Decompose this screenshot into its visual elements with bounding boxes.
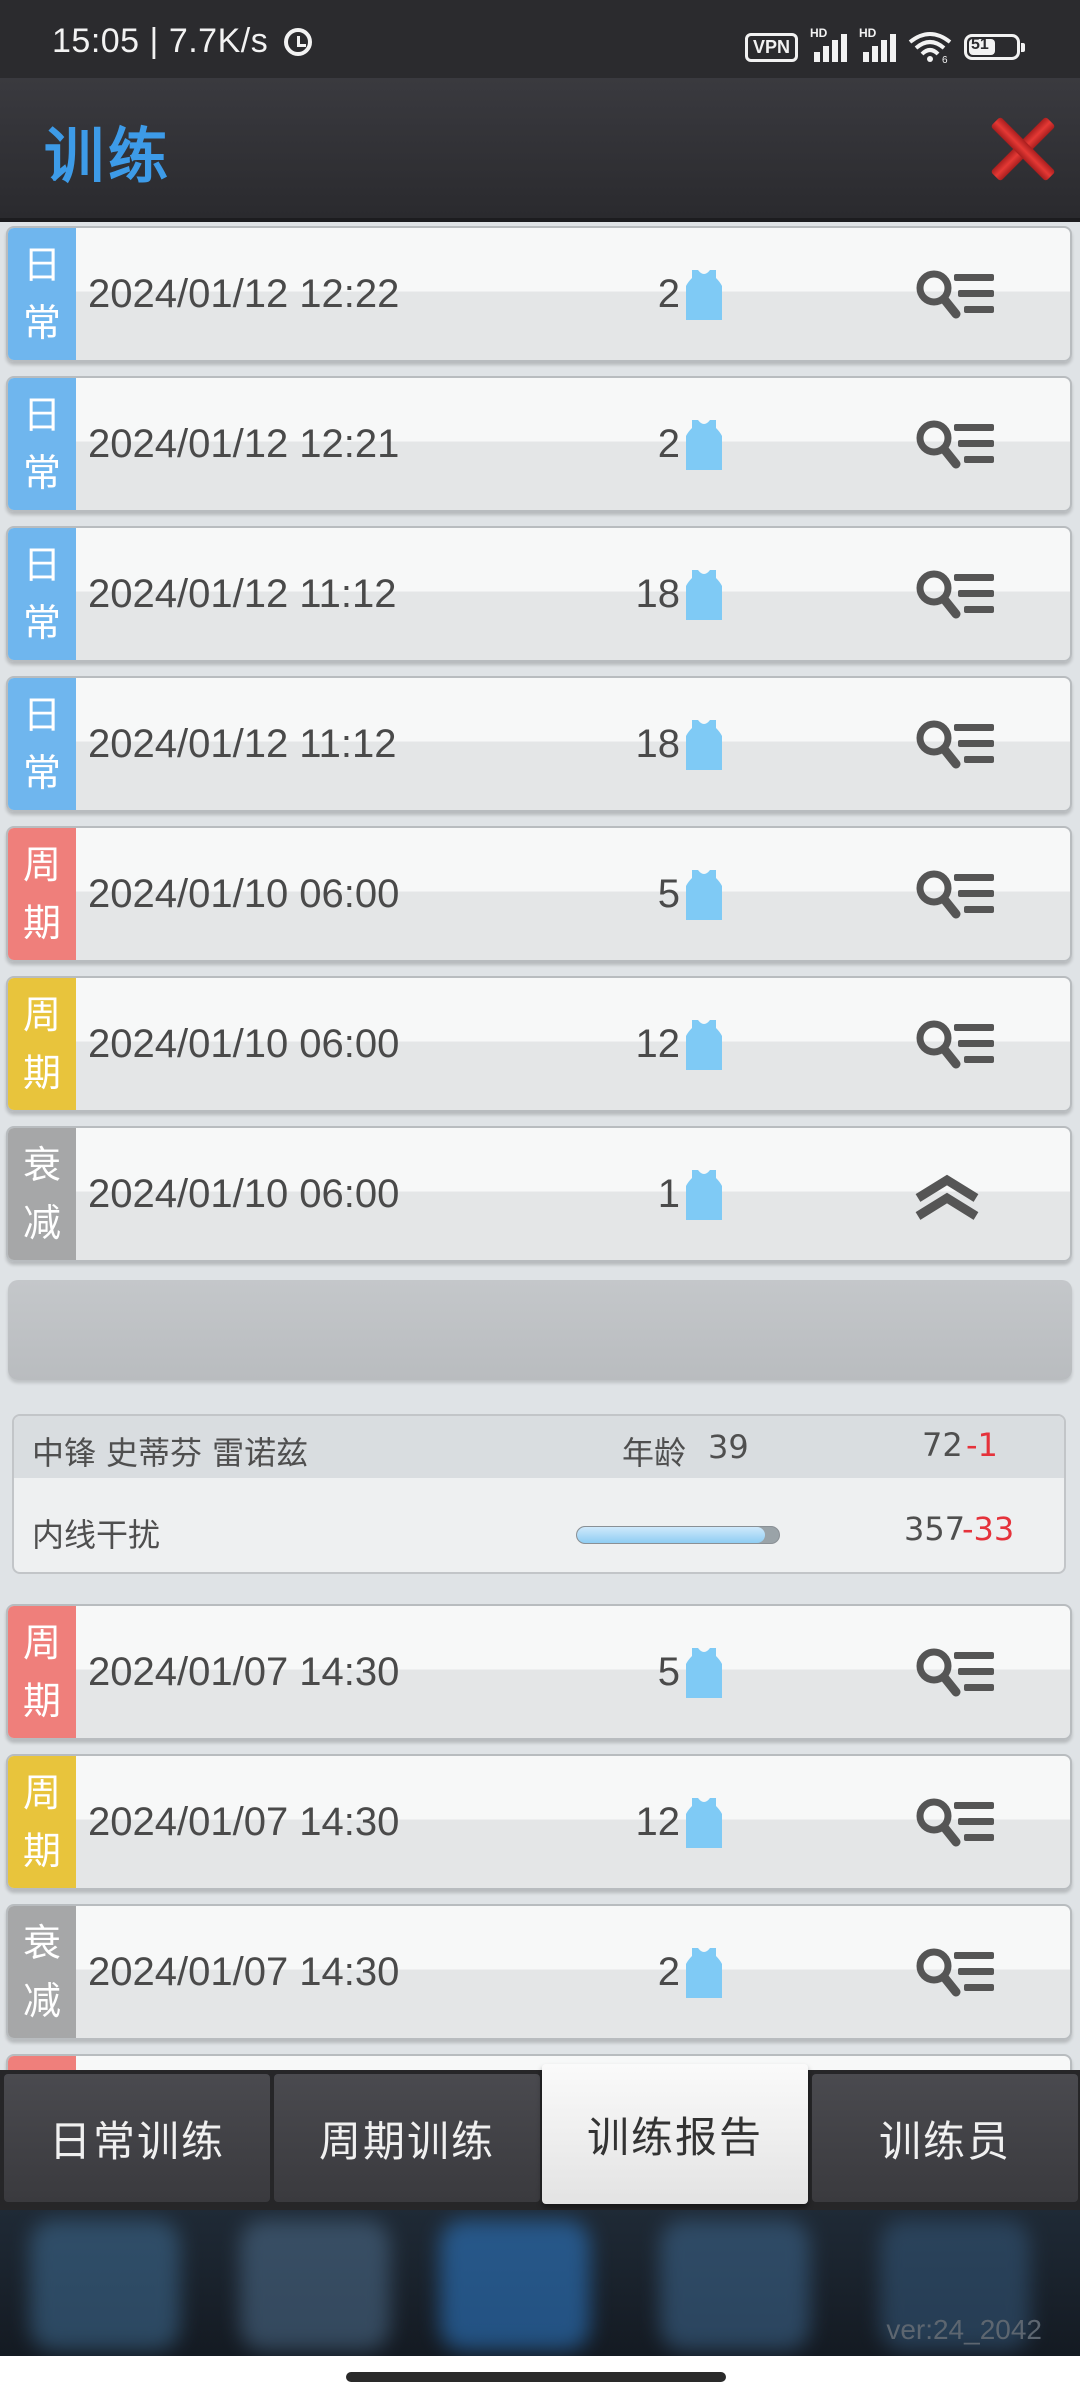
- training-type-tag: 周期: [8, 1756, 76, 1888]
- player-count: 18: [635, 722, 681, 766]
- jersey-icon: [684, 868, 724, 922]
- player-count: 1: [657, 1172, 680, 1216]
- training-type-tag: 日常: [8, 678, 76, 810]
- training-report-row[interactable]: 日常 2024/01/12 11:12 18: [6, 676, 1072, 812]
- training-type-tag: [8, 2056, 76, 2070]
- search-list-icon[interactable]: [914, 716, 996, 774]
- home-indicator[interactable]: [346, 2372, 726, 2382]
- collapse-divider: [8, 1280, 1072, 1380]
- training-report-row[interactable]: 周期 2024/01/10 06:00 5: [6, 826, 1072, 962]
- training-type-tag: 日常: [8, 528, 76, 660]
- jersey-icon: [684, 1018, 724, 1072]
- jersey-icon: [684, 1946, 724, 2000]
- signal-icon-2: HD: [859, 26, 896, 62]
- training-type-tag: 周期: [8, 978, 76, 1110]
- tab-periodic-training[interactable]: 周期训练: [274, 2074, 540, 2202]
- training-type-tag: 日常: [8, 378, 76, 510]
- player-count: 5: [657, 872, 680, 916]
- search-list-icon[interactable]: [914, 566, 996, 624]
- age-label: 年龄: [622, 1434, 687, 1472]
- training-report-row[interactable]: 周期 2024/01/07 14:30 5: [6, 1604, 1072, 1740]
- training-type-tag: 衰减: [8, 1128, 76, 1260]
- tab-training-report[interactable]: 训练报告: [542, 2064, 808, 2204]
- close-icon[interactable]: [988, 116, 1054, 182]
- row-datetime: 2024/01/10 06:00: [88, 872, 400, 916]
- status-left: 15:05 | 7.7K/s: [52, 22, 313, 61]
- training-report-row-partial[interactable]: [6, 2054, 1072, 2070]
- jersey-icon: [684, 568, 724, 622]
- row-datetime: 2024/01/07 14:30: [88, 1650, 400, 1694]
- jersey-icon: [684, 268, 724, 322]
- search-list-icon[interactable]: [914, 866, 996, 924]
- skill-value: 357: [904, 1510, 966, 1548]
- jersey-icon: [684, 1796, 724, 1850]
- search-list-icon[interactable]: [914, 1644, 996, 1702]
- collapse-icon[interactable]: [914, 1170, 980, 1220]
- player-name: 史蒂芬 雷诺兹: [106, 1434, 309, 1472]
- search-list-icon[interactable]: [914, 1016, 996, 1074]
- search-list-icon[interactable]: [914, 416, 996, 474]
- player-count: 5: [657, 1650, 680, 1694]
- training-type-tag: 周期: [8, 1606, 76, 1738]
- row-datetime: 2024/01/07 14:30: [88, 1950, 400, 1994]
- status-icons: VPN HD HD 6 51: [744, 26, 1025, 66]
- training-report-row[interactable]: 衰减 2024/01/10 06:00 1: [6, 1126, 1072, 1262]
- row-datetime: 2024/01/12 11:12: [88, 572, 397, 616]
- skill-name: 内线干扰: [32, 1516, 161, 1554]
- player-age: 39: [708, 1428, 749, 1466]
- jersey-icon: [684, 418, 724, 472]
- player-count: 2: [657, 272, 680, 316]
- jersey-icon: [684, 1168, 724, 1222]
- blurred-main-nav: ver:24_2042: [0, 2210, 1080, 2356]
- training-report-row[interactable]: 周期 2024/01/07 14:30 12: [6, 1754, 1072, 1890]
- tab-trainer[interactable]: 训练员: [812, 2074, 1078, 2202]
- status-bar: 15:05 | 7.7K/s VPN HD HD 6 51: [0, 0, 1080, 78]
- player-position: 中锋: [32, 1434, 97, 1472]
- player-count: 12: [635, 1800, 681, 1844]
- training-detail-panel: 中锋 史蒂芬 雷诺兹 年龄 39 72 -1 内线干扰 357 -33: [12, 1414, 1066, 1574]
- skill-change: -33: [962, 1510, 1015, 1548]
- player-count: 18: [635, 572, 681, 616]
- app-header: 训练: [0, 78, 1080, 222]
- player-rating: 72: [922, 1426, 963, 1464]
- row-datetime: 2024/01/12 11:12: [88, 722, 397, 766]
- version-label: ver:24_2042: [886, 2314, 1042, 2345]
- search-list-icon[interactable]: [914, 266, 996, 324]
- training-type-tag: 周期: [8, 828, 76, 960]
- row-datetime: 2024/01/12 12:21: [88, 422, 400, 466]
- jersey-icon: [684, 1646, 724, 1700]
- signal-icon-1: HD: [810, 26, 847, 62]
- row-datetime: 2024/01/10 06:00: [88, 1022, 400, 1066]
- search-list-icon[interactable]: [914, 1944, 996, 2002]
- wifi-icon: 6: [908, 30, 952, 66]
- player-count: 12: [635, 1022, 681, 1066]
- skill-progress-bar: [576, 1526, 780, 1544]
- system-nav-bar: [0, 2356, 1080, 2400]
- vpn-icon: VPN: [744, 32, 798, 62]
- row-datetime: 2024/01/12 12:22: [88, 272, 400, 316]
- page-title: 训练: [44, 122, 172, 192]
- training-type-tag: 日常: [8, 228, 76, 360]
- jersey-icon: [684, 718, 724, 772]
- player-count: 2: [657, 422, 680, 466]
- training-report-list[interactable]: 中锋 史蒂芬 雷诺兹 年龄 39 72 -1 内线干扰 357 -33 日常 20…: [0, 222, 1080, 2070]
- search-list-icon[interactable]: [914, 1794, 996, 1852]
- player-count: 2: [657, 1950, 680, 1994]
- row-datetime: 2024/01/10 06:00: [88, 1172, 400, 1216]
- training-report-row[interactable]: 日常 2024/01/12 11:12 18: [6, 526, 1072, 662]
- row-datetime: 2024/01/07 14:30: [88, 1800, 400, 1844]
- svg-text:6: 6: [942, 55, 948, 64]
- bottom-tab-bar: 日常训练 周期训练 训练报告 训练员: [0, 2064, 1080, 2210]
- battery-icon: 51: [964, 34, 1025, 60]
- training-report-row[interactable]: 周期 2024/01/10 06:00 12: [6, 976, 1072, 1112]
- training-report-row[interactable]: 日常 2024/01/12 12:21 2: [6, 376, 1072, 512]
- training-type-tag: 衰减: [8, 1906, 76, 2038]
- rating-change: -1: [966, 1426, 998, 1464]
- training-report-row[interactable]: 衰减 2024/01/07 14:30 2: [6, 1904, 1072, 2040]
- network-speed: 7.7K/s: [168, 22, 269, 60]
- alarm-icon: [284, 28, 313, 56]
- status-time: 15:05: [52, 22, 140, 60]
- training-report-row[interactable]: 日常 2024/01/12 12:22 2: [6, 226, 1072, 362]
- tab-daily-training[interactable]: 日常训练: [4, 2074, 270, 2202]
